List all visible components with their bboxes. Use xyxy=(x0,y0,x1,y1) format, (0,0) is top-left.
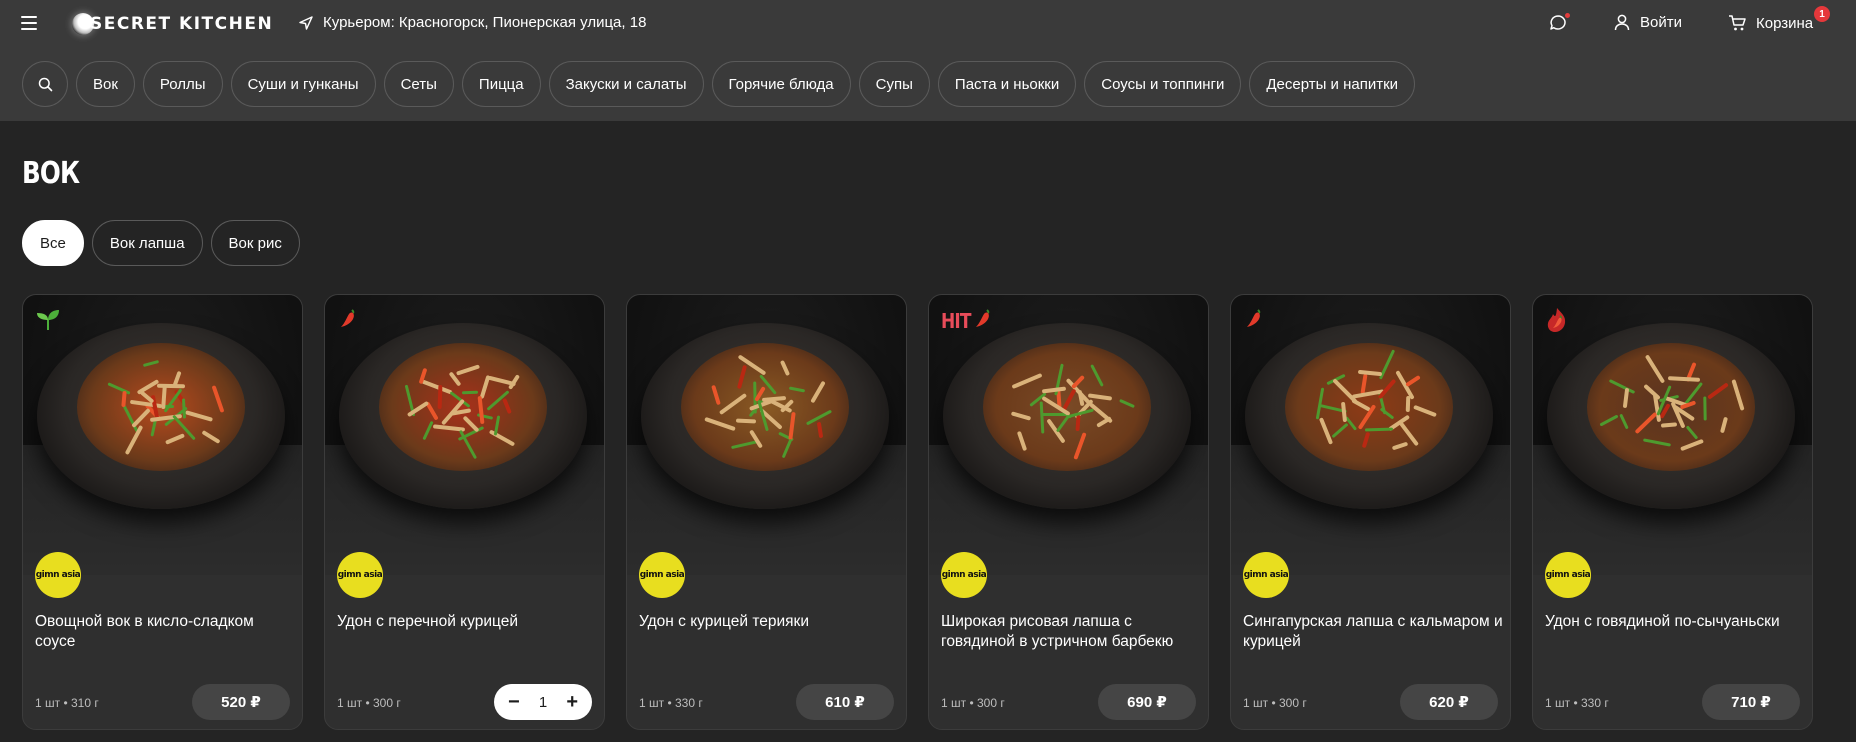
bowl-image xyxy=(943,323,1191,509)
product-image[interactable]: HIT xyxy=(929,295,1208,575)
product-image[interactable] xyxy=(1231,295,1510,575)
category-pill[interactable]: Паста и ньокки xyxy=(937,61,1077,107)
noodles-image xyxy=(77,343,245,471)
product-weight: 1 шт • 300 г xyxy=(337,696,401,710)
quantity-value: 1 xyxy=(538,693,548,711)
product-image[interactable] xyxy=(627,295,906,575)
leaf-icon xyxy=(35,307,61,336)
search-icon xyxy=(38,77,52,91)
product-badge xyxy=(1243,307,1265,334)
category-bar: Вок Роллы Суши и гунканы Сеты Пицца Закуски и… xyxy=(0,48,1856,121)
product-image[interactable] xyxy=(1533,295,1812,575)
bowl-image xyxy=(1547,323,1795,509)
product-image[interactable] xyxy=(23,295,302,575)
menu-icon[interactable] xyxy=(21,16,37,30)
logo-text: SECRET KITCHEN xyxy=(90,14,274,34)
user-icon xyxy=(1614,14,1630,31)
product-badge xyxy=(1545,307,1569,338)
chili-icon xyxy=(972,307,994,334)
product-weight: 1 шт • 300 г xyxy=(941,696,1005,710)
product-name[interactable]: Удон с перечной курицей xyxy=(337,612,597,632)
category-pill[interactable]: Закуски и салаты xyxy=(548,61,704,107)
product-weight: 1 шт • 300 г xyxy=(1243,696,1307,710)
bowl-image xyxy=(339,323,587,509)
category-list: Вок Роллы Суши и гунканы Сеты Пицца Закуски и… xyxy=(76,61,1416,107)
add-to-cart-price-button[interactable]: 520 ₽ xyxy=(192,684,290,720)
product-grid: gimn asia Овощной вок в кисло-сладком соу… xyxy=(22,294,1813,730)
product-name[interactable]: Овощной вок в кисло-сладком соусе xyxy=(35,612,295,652)
product-card[interactable]: HIT gimn asia Широкая рисовая лапша с говя… xyxy=(928,294,1209,730)
add-to-cart-price-button[interactable]: 710 ₽ xyxy=(1702,684,1800,720)
chat-notification-dot xyxy=(1565,13,1570,18)
cart-button[interactable]: Корзина xyxy=(1728,14,1813,32)
brand-logo: gimn asia xyxy=(337,552,383,598)
brand-logo: gimn asia xyxy=(941,552,987,598)
bowl-image xyxy=(37,323,285,509)
subcategory-pill[interactable]: Вок лапша xyxy=(91,220,203,266)
product-badge xyxy=(337,307,359,334)
top-header: SECRET KITCHEN Курьером: Красногорск, Пи… xyxy=(0,0,1856,48)
category-pill[interactable]: Горячие блюда xyxy=(711,61,851,107)
brand-logo: gimn asia xyxy=(639,552,685,598)
subcategory-list: Все Вок лапша Вок рис xyxy=(22,220,300,266)
cart-count-badge: 1 xyxy=(1814,6,1830,22)
decrease-button[interactable]: − xyxy=(508,692,520,712)
login-label: Войти xyxy=(1640,14,1682,31)
delivery-address-text: Курьером: Красногорск, Пионерская улица,… xyxy=(323,14,647,31)
category-pill[interactable]: Сеты xyxy=(383,61,454,107)
product-weight: 1 шт • 310 г xyxy=(35,696,99,710)
brand-logo: gimn asia xyxy=(35,552,81,598)
category-pill[interactable]: Суши и гунканы xyxy=(230,61,376,107)
cart-label: Корзина xyxy=(1756,14,1814,32)
chat-button[interactable] xyxy=(1548,13,1570,35)
add-to-cart-price-button[interactable]: 610 ₽ xyxy=(796,684,894,720)
category-pill[interactable]: Супы xyxy=(858,61,930,107)
product-card[interactable]: gimn asia Сингапурская лапша с кальмаром … xyxy=(1230,294,1511,730)
bowl-image xyxy=(641,323,889,509)
cart-icon xyxy=(1729,15,1746,31)
bowl-image xyxy=(1245,323,1493,509)
product-name[interactable]: Удон с курицей терияки xyxy=(639,612,899,632)
add-to-cart-price-button[interactable]: 690 ₽ xyxy=(1098,684,1196,720)
chili-icon xyxy=(337,307,359,334)
category-pill[interactable]: Десерты и напитки xyxy=(1249,61,1416,107)
product-name[interactable]: Удон с говядиной по-сычуаньски xyxy=(1545,612,1805,632)
subcategory-pill[interactable]: Вок рис xyxy=(210,220,300,266)
product-name[interactable]: Широкая рисовая лапша с говядиной в устр… xyxy=(941,612,1201,652)
add-to-cart-price-button[interactable]: 620 ₽ xyxy=(1400,684,1498,720)
product-badge: HIT xyxy=(941,307,994,334)
subcategory-pill[interactable]: Все xyxy=(22,220,84,266)
category-pill[interactable]: Пицца xyxy=(461,61,541,107)
product-weight: 1 шт • 330 г xyxy=(639,696,703,710)
noodles-image xyxy=(681,343,849,471)
page-title: ВОК xyxy=(22,156,80,191)
increase-button[interactable]: + xyxy=(566,692,578,712)
brand-logo: gimn asia xyxy=(1545,552,1591,598)
login-button[interactable]: Войти xyxy=(1614,14,1682,31)
category-pill[interactable]: Соусы и топпинги xyxy=(1084,61,1242,107)
product-weight: 1 шт • 330 г xyxy=(1545,696,1609,710)
noodles-image xyxy=(1285,343,1453,471)
noodles-image xyxy=(379,343,547,471)
product-image[interactable] xyxy=(325,295,604,575)
product-card[interactable]: gimn asia Удон с говядиной по-сычуаньски 1… xyxy=(1532,294,1813,730)
flame-chili-icon xyxy=(1545,307,1569,338)
search-button[interactable] xyxy=(22,61,68,107)
product-card[interactable]: gimn asia Удон с курицей терияки 1 шт • 33… xyxy=(626,294,907,730)
delivery-address-button[interactable]: Курьером: Красногорск, Пионерская улица,… xyxy=(298,14,646,31)
brand-logo: gimn asia xyxy=(1243,552,1289,598)
product-card[interactable]: gimn asia Овощной вок в кисло-сладком соу… xyxy=(22,294,303,730)
quantity-stepper[interactable]: −1 + xyxy=(494,684,592,720)
hit-label: HIT xyxy=(941,308,971,333)
location-arrow-icon xyxy=(299,15,313,30)
category-pill[interactable]: Роллы xyxy=(142,61,223,107)
chili-icon xyxy=(1243,307,1265,334)
product-card[interactable]: gimn asia Удон с перечной курицей 1 шт • 3… xyxy=(324,294,605,730)
noodles-image xyxy=(983,343,1151,471)
product-name[interactable]: Сингапурская лапша с кальмаром и курицей xyxy=(1243,612,1503,652)
logo[interactable]: SECRET KITCHEN xyxy=(72,12,273,36)
category-pill[interactable]: Вок xyxy=(76,61,135,107)
product-badge xyxy=(35,307,61,336)
noodles-image xyxy=(1587,343,1755,471)
